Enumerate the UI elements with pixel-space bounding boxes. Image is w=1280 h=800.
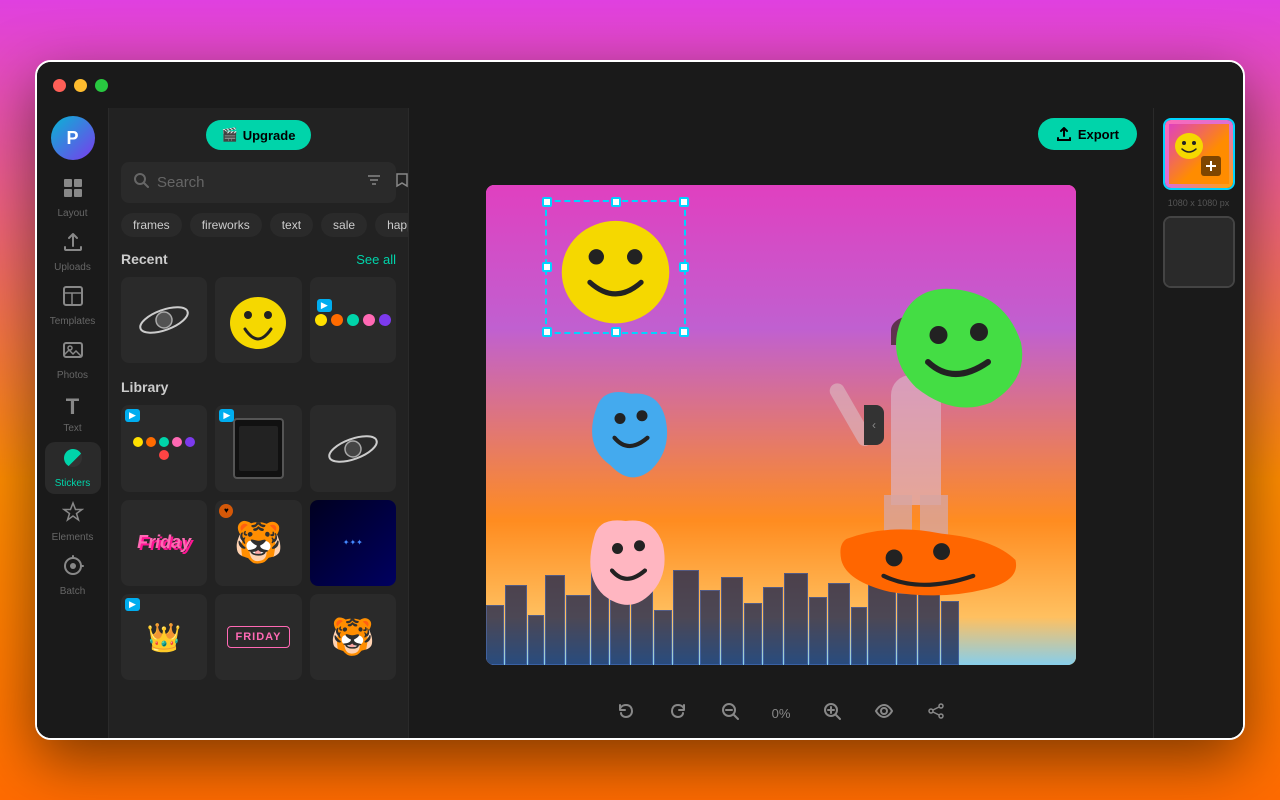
export-label: Export [1078,127,1119,142]
browser-dots [53,79,108,92]
layout-icon [62,177,84,205]
photos-label: Photos [57,370,88,381]
search-actions [364,170,409,195]
library-sticker-4[interactable]: Friday [121,500,207,586]
bookmark-button[interactable] [392,170,409,195]
orange-smiley[interactable] [836,515,1026,605]
canvas[interactable] [486,185,1076,665]
tools-sidebar: P Layout [37,108,109,738]
library-sticker-5[interactable]: ♥ 🐯 [215,500,301,586]
preview-thumb-blank [1165,218,1233,286]
chevron-left-icon: ‹ [872,418,876,432]
text-icon: T [66,394,79,420]
stickers-icon [62,447,84,475]
sidebar-item-text[interactable]: T Text [45,388,101,440]
search-input[interactable] [157,174,356,191]
sidebar-item-batch[interactable]: Batch [45,550,101,602]
canvas-area: Export [409,108,1153,738]
view-button[interactable] [866,697,902,730]
library-sticker-7[interactable]: ▶ 👑 [121,594,207,680]
library-sticker-3[interactable] [310,405,396,491]
export-button[interactable]: Export [1038,118,1137,150]
elements-label: Elements [52,532,94,543]
close-dot[interactable] [53,79,66,92]
upgrade-button[interactable]: 🎬 Upgrade [206,120,312,150]
pink-smiley[interactable] [586,510,671,620]
library-sticker-9[interactable]: 🐯 [310,594,396,680]
library-title: Library [121,379,168,395]
upgrade-label: Upgrade [243,128,296,143]
text-label: Text [63,423,81,434]
library-section-header: Library [121,379,396,395]
maximize-dot[interactable] [95,79,108,92]
stickers-label: Stickers [55,478,91,489]
sidebar-item-stickers[interactable]: Stickers [45,442,101,494]
tag-happy[interactable]: happ [375,213,408,237]
sidebar-item-layout[interactable]: Layout [45,172,101,224]
share-button[interactable] [918,697,954,730]
preview-thumb-bg [1165,120,1233,188]
sidebar-item-elements[interactable]: Elements [45,496,101,548]
search-bar [121,162,396,203]
zoom-in-button[interactable] [814,697,850,730]
green-smiley[interactable] [886,275,1036,425]
layout-label: Layout [57,208,87,219]
sidebar-item-uploads[interactable]: Uploads [45,226,101,278]
sidebar-item-photos[interactable]: Photos [45,334,101,386]
library-sticker-8[interactable]: FRIDAY [215,594,301,680]
batch-label: Batch [60,586,86,597]
redo-button[interactable] [660,697,696,730]
app-logo[interactable]: P [51,116,95,160]
app-container: P Layout [37,108,1243,738]
tag-text[interactable]: text [270,213,313,237]
recent-sticker-1[interactable] [121,277,207,363]
library-sticker-2[interactable]: ▶ [215,405,301,491]
browser-window: P Layout [35,60,1245,740]
sidebar-item-templates[interactable]: Templates [45,280,101,332]
canvas-wrapper: ‹ [409,160,1153,689]
undo-button[interactable] [608,697,644,730]
recent-title: Recent [121,251,168,267]
tag-frames[interactable]: frames [121,213,182,237]
minimize-dot[interactable] [74,79,87,92]
templates-label: Templates [50,316,96,327]
right-preview-panel: 1080 x 1080 px [1153,108,1243,738]
search-icon [133,172,149,193]
recent-sticker-grid: ▶ [121,277,396,363]
browser-titlebar [37,62,1243,108]
size-label: 1080 x 1080 px [1168,198,1230,208]
uploads-icon [62,231,84,259]
panel-header: 🎬 Upgrade [109,108,408,162]
filter-button[interactable] [364,170,384,195]
upgrade-icon: 🎬 [222,127,238,143]
library-sticker-1[interactable]: ▶ [121,405,207,491]
preview-thumb-2[interactable] [1163,216,1235,288]
uploads-label: Uploads [54,262,91,273]
zoom-out-button[interactable] [712,697,748,730]
recent-sticker-2[interactable] [215,277,301,363]
batch-icon [62,555,84,583]
panel-content: Recent See all [109,247,408,738]
stickers-panel: 🎬 Upgrade [109,108,409,738]
zoom-display: 0% [764,702,799,725]
tag-sale[interactable]: sale [321,213,367,237]
collapse-panel-button[interactable]: ‹ [864,405,884,445]
selected-smiley[interactable] [548,203,683,331]
tag-fireworks[interactable]: fireworks [190,213,262,237]
library-sticker-grid: ▶ ▶ [121,405,396,680]
canvas-bottom-bar: 0% [409,689,1153,738]
recent-section-header: Recent See all [121,251,396,267]
elements-icon [62,501,84,529]
blue-smiley[interactable] [586,380,676,490]
library-sticker-6[interactable]: ✦✦✦ [310,500,396,586]
see-all-button[interactable]: See all [356,252,396,267]
photos-icon [62,339,84,367]
recent-sticker-3[interactable]: ▶ [310,277,396,363]
preview-thumb-1[interactable] [1163,118,1235,190]
tags-row: frames fireworks text sale happ [109,213,408,247]
top-bar: Export [409,108,1153,160]
templates-icon [62,285,84,313]
